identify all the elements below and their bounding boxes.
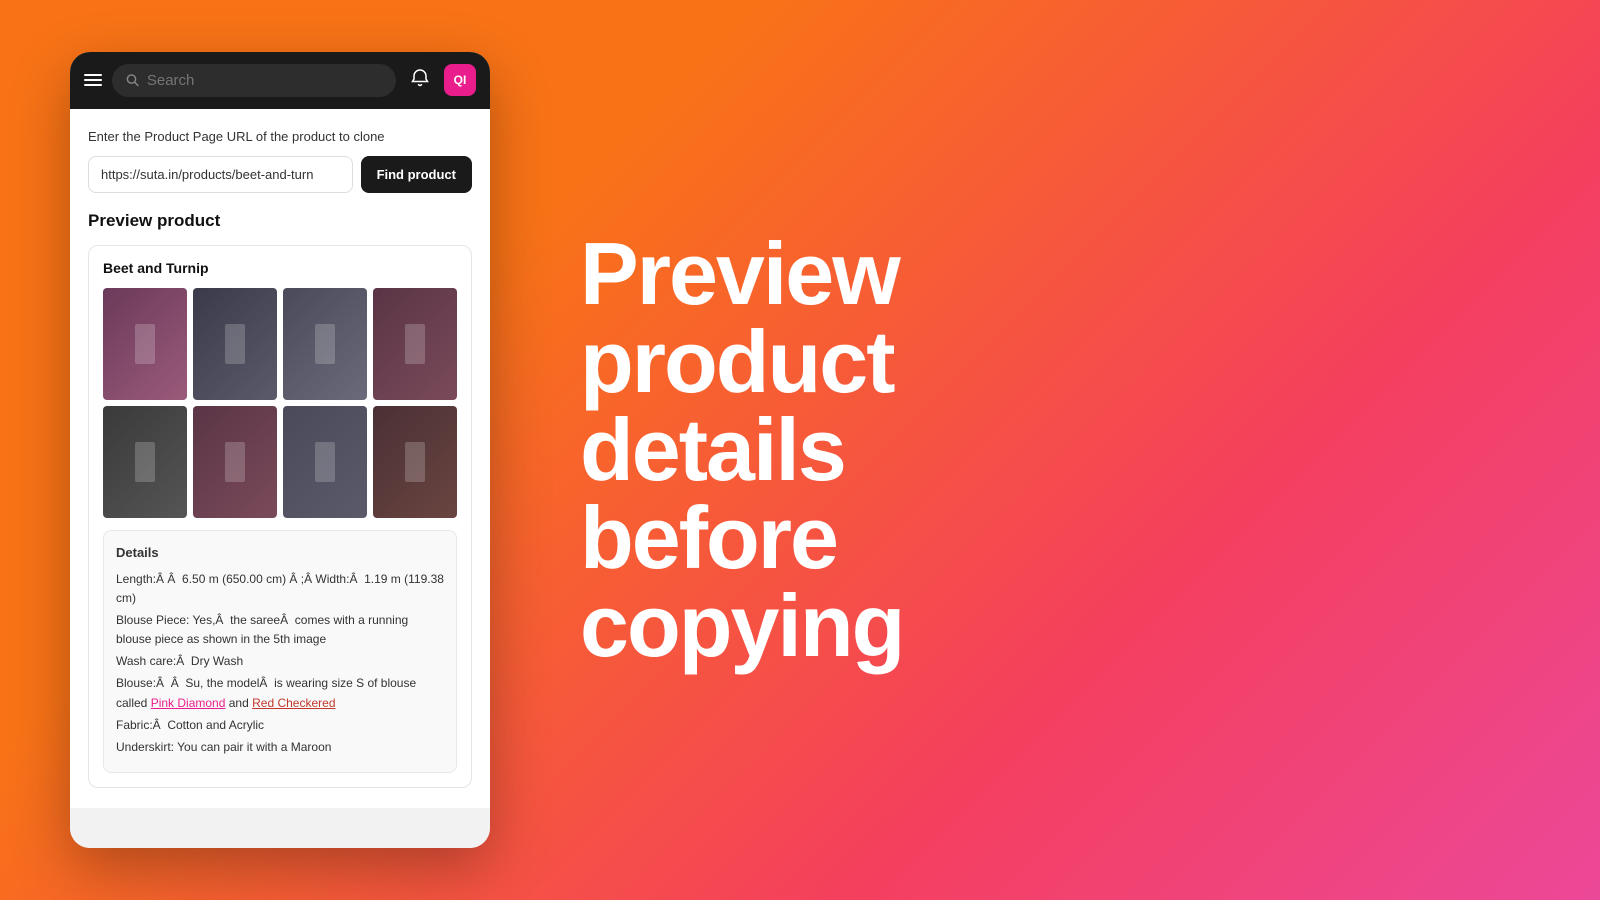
pink-diamond-link[interactable]: Pink Diamond (151, 696, 226, 710)
promo-text: Preview product details before copying (500, 230, 1540, 670)
url-label: Enter the Product Page URL of the produc… (88, 129, 472, 144)
detail-fabric: Fabric:Â Cotton and Acrylic (116, 716, 444, 735)
product-image-7 (283, 406, 367, 518)
bell-icon[interactable] (406, 64, 434, 97)
preview-section-title: Preview product (88, 211, 472, 231)
search-input[interactable] (147, 72, 382, 89)
find-product-button[interactable]: Find product (361, 156, 472, 193)
product-image-4 (373, 288, 457, 400)
detail-blouse-piece: Blouse Piece: Yes,Â the sareeÂ comes wit… (116, 611, 444, 649)
phone-mockup-container: QI Enter the Product Page URL of the pro… (60, 52, 500, 848)
avatar[interactable]: QI (444, 64, 476, 96)
menu-icon[interactable] (84, 74, 102, 86)
blouse-and: and (229, 696, 252, 710)
product-image-5 (103, 406, 187, 518)
nav-bar: QI (70, 52, 490, 109)
phone-bottom (70, 808, 490, 848)
promo-heading: Preview product details before copying (580, 230, 1540, 670)
detail-blouse: Blouse:Â Â Su, the modelÂ is wearing siz… (116, 674, 444, 712)
url-input[interactable] (88, 156, 353, 193)
details-box: Details Length:Â Â 6.50 m (650.00 cm) Â … (103, 530, 457, 773)
product-image-2 (193, 288, 277, 400)
product-image-6 (193, 406, 277, 518)
search-icon (126, 73, 139, 87)
product-image-8 (373, 406, 457, 518)
product-card: Beet and Turnip (88, 245, 472, 788)
details-heading: Details (116, 543, 444, 564)
product-name: Beet and Turnip (103, 260, 457, 276)
url-row: Find product (88, 156, 472, 193)
product-image-1 (103, 288, 187, 400)
search-bar[interactable] (112, 64, 396, 97)
detail-underskirt: Underskirt: You can pair it with a Maroo… (116, 738, 444, 757)
detail-length: Length:Â Â 6.50 m (650.00 cm) Â ;Â Width… (116, 570, 444, 608)
detail-wash-care: Wash care:Â Dry Wash (116, 652, 444, 671)
image-grid (103, 288, 457, 518)
phone-mockup: QI Enter the Product Page URL of the pro… (70, 52, 490, 848)
red-checkered-link[interactable]: Red Checkered (252, 696, 335, 710)
main-content: Enter the Product Page URL of the produc… (70, 109, 490, 808)
product-image-3 (283, 288, 367, 400)
